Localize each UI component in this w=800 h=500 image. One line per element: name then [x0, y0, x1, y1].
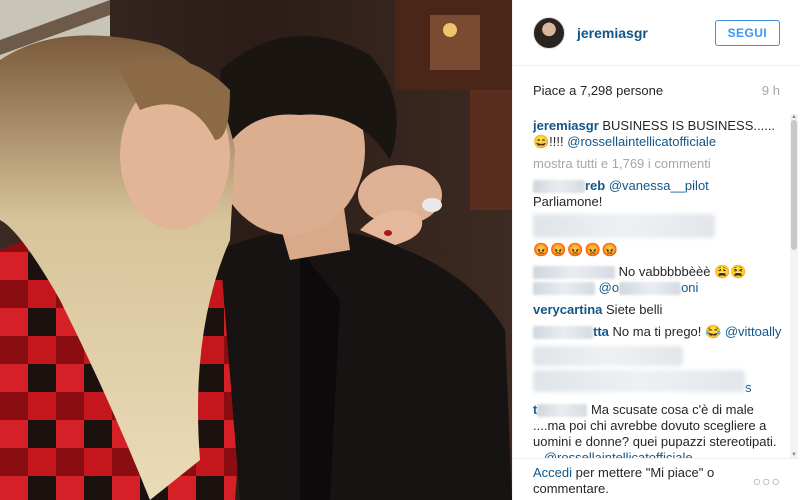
- comments-list: jeremiasgr BUSINESS IS BUSINESS......😄!!…: [513, 114, 789, 458]
- post-footer: Accedi per mettere "Mi piace" o commenta…: [513, 458, 800, 500]
- comment-mention[interactable]: @o: [599, 280, 619, 295]
- list-item: reb @vanessa__pilot Parliamone! 😡😡😡😡😡: [533, 178, 789, 258]
- caption: jeremiasgr BUSINESS IS BUSINESS......😄!!…: [533, 118, 789, 150]
- avatar[interactable]: [533, 16, 565, 49]
- redacted-username: [533, 180, 585, 194]
- list-item: tta No ma ti prego! 😂 @vittoally: [533, 324, 789, 340]
- post-side-panel: jeremiasgr SEGUI Piace a 7,298 persone 9…: [512, 0, 800, 500]
- post-header: jeremiasgr SEGUI: [513, 0, 800, 66]
- show-all-comments-link[interactable]: mostra tutti e 1,769 i commenti: [533, 156, 789, 172]
- comment-text: Parliamone!: [533, 194, 603, 209]
- comment-mention[interactable]: oni: [681, 280, 698, 295]
- more-horizontal-icon[interactable]: ○○○: [753, 473, 781, 500]
- comment-username[interactable]: reb: [585, 178, 605, 193]
- post-time[interactable]: 9 h: [762, 83, 780, 98]
- caption-mention[interactable]: @rossellaintellicatofficiale: [567, 134, 716, 149]
- list-item: t Ma scusate cosa c'è di male ....ma poi…: [533, 402, 789, 458]
- redacted-username: [533, 326, 593, 340]
- likes-count[interactable]: Piace a 7,298 persone: [533, 83, 663, 98]
- redacted-mention: [619, 282, 682, 296]
- login-link[interactable]: Accedi: [533, 465, 572, 480]
- post-photo[interactable]: [0, 0, 512, 500]
- redacted-username: [533, 266, 615, 280]
- comment-text: Siete belli: [606, 302, 663, 317]
- username-link[interactable]: jeremiasgr: [577, 25, 715, 41]
- scrollbar-thumb[interactable]: [791, 120, 797, 250]
- list-item: verycartina Siete belli: [533, 302, 789, 318]
- list-item: s: [533, 346, 789, 396]
- login-prompt: Accedi per mettere "Mi piace" o commenta…: [533, 465, 748, 500]
- instagram-post-view: jeremiasgr SEGUI Piace a 7,298 persone 9…: [0, 0, 800, 500]
- comment-text: No ma ti prego! 😂: [612, 324, 725, 339]
- comments-scrollbar[interactable]: ▲ ▼: [790, 114, 798, 458]
- post-meta: Piace a 7,298 persone 9 h: [513, 66, 800, 114]
- redacted-username: [537, 404, 588, 418]
- list-item: No vabbbbbèèè 😩😫 @o oni: [533, 264, 789, 296]
- comment-mention[interactable]: @vittoally: [725, 324, 782, 339]
- comment-mention[interactable]: @rossellaintellicatofficiale: [544, 450, 693, 458]
- redacted-text: [533, 346, 683, 366]
- photo-illustration: [0, 0, 512, 500]
- caption-username[interactable]: jeremiasgr: [533, 118, 599, 133]
- redacted-mention: [533, 282, 595, 296]
- comment-username[interactable]: s: [745, 380, 752, 395]
- comment-username[interactable]: verycartina: [533, 302, 602, 317]
- follow-button[interactable]: SEGUI: [714, 19, 780, 46]
- comment-mention[interactable]: @vanessa__pilot: [609, 178, 709, 193]
- comment-text: 😡😡😡😡😡: [533, 242, 619, 257]
- redacted-text: [533, 370, 745, 392]
- comment-username[interactable]: tta: [593, 324, 609, 339]
- redacted-text: [533, 214, 715, 238]
- comment-text: No vabbbbbèèè 😩😫: [618, 264, 747, 279]
